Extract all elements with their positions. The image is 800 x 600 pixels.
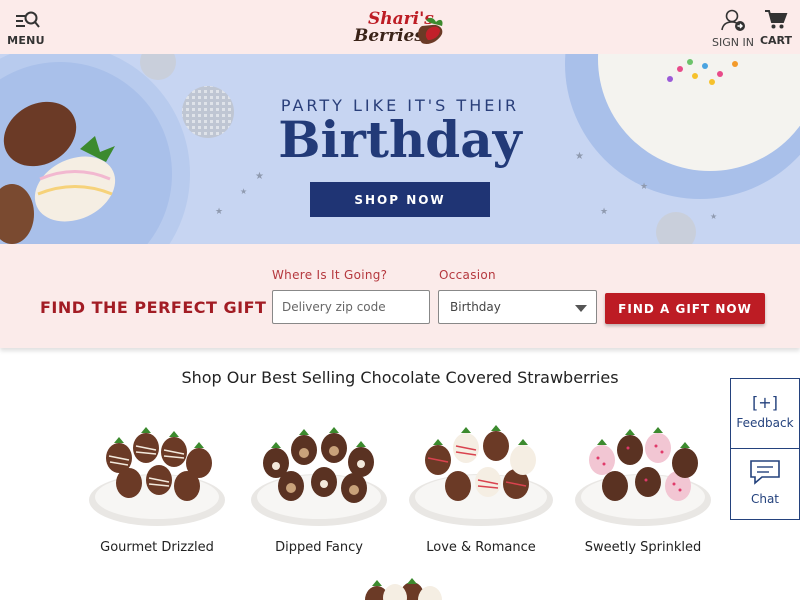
product-image-gourmet-drizzled (89, 427, 225, 526)
best-sellers-title: Shop Our Best Selling Chocolate Covered … (181, 368, 619, 387)
plus-icon: [+] (752, 393, 778, 412)
site-header: MENU Shari's Berries SIGN IN CART (0, 0, 800, 54)
gift-finder-title: FIND THE PERFECT GIFT (40, 298, 267, 317)
product-card[interactable]: Gourmet Drizzled (82, 418, 232, 555)
feedback-label: Feedback (736, 416, 794, 430)
gift-finder: FIND THE PERFECT GIFT Where Is It Going?… (0, 244, 800, 348)
product-label: Sweetly Sprinkled (584, 540, 702, 555)
product-image-dipped-fancy (251, 427, 387, 526)
logo[interactable]: Shari's Berries (352, 6, 448, 48)
svg-text:★: ★ (710, 212, 717, 221)
chevron-down-icon (575, 305, 587, 312)
svg-text:★: ★ (215, 207, 223, 217)
occasion-selected-value: Birthday (450, 300, 501, 314)
chat-bubble-icon (750, 460, 780, 485)
product-card[interactable]: Love & Romance (406, 418, 556, 555)
product-card[interactable] (325, 578, 475, 600)
chat-label: Chat (750, 492, 780, 506)
product-image-sweetly-sprinkled (575, 427, 711, 526)
product-label: Dipped Fancy (275, 540, 363, 555)
product-image-partial (365, 578, 442, 600)
zip-label: Where Is It Going? (272, 268, 388, 282)
menu-label: MENU (7, 34, 45, 47)
shop-now-button[interactable]: SHOP NOW (310, 182, 490, 217)
cart-label: CART (759, 34, 793, 47)
product-image-love-romance (409, 425, 553, 526)
product-card[interactable]: Sweetly Sprinkled (568, 418, 718, 555)
menu-button[interactable]: MENU (6, 9, 46, 47)
sign-in-label: SIGN IN (712, 36, 754, 49)
menu-search-icon (16, 11, 40, 28)
svg-text:★: ★ (255, 171, 264, 182)
cart-icon (765, 10, 788, 29)
product-label: Gourmet Drizzled (100, 540, 214, 555)
product-label: Love & Romance (426, 540, 536, 555)
logo-text-bottom: Berries (353, 26, 424, 46)
cart-button[interactable]: CART (758, 8, 794, 47)
occasion-select[interactable]: Birthday (438, 290, 597, 324)
chat-tab[interactable]: Chat (730, 448, 800, 520)
hero-banner[interactable]: ★ ★ ★ ★ ★ ★ ★ PARTY LIKE IT'S THEIR Birt… (0, 54, 800, 244)
svg-text:★: ★ (640, 182, 648, 192)
find-gift-button[interactable]: FIND A GIFT NOW (605, 293, 765, 324)
svg-text:★: ★ (600, 207, 608, 217)
svg-text:★: ★ (240, 187, 247, 196)
feedback-tab[interactable]: [+] Feedback (730, 378, 800, 449)
sign-in-button[interactable]: SIGN IN (711, 8, 755, 49)
zip-code-input[interactable] (272, 290, 430, 324)
hero-headline-large: Birthday (278, 110, 522, 169)
occasion-label: Occasion (439, 268, 496, 282)
user-icon (721, 9, 745, 31)
product-card[interactable]: Dipped Fancy (244, 418, 394, 555)
